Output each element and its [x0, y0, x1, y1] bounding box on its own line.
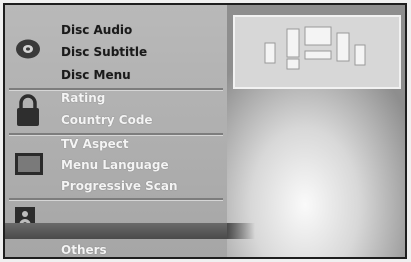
tv-settings-group: TV Aspect Menu Language Progressive Scan	[5, 137, 227, 197]
menu-item-menu-language[interactable]: Menu Language	[61, 158, 169, 172]
dvd-setup-screen: Disc Audio Disc Subtitle Disc Menu Ratin…	[3, 3, 407, 259]
speaker-layout-preview	[233, 15, 401, 89]
tv-icon	[15, 153, 43, 175]
menu-item-disc-menu[interactable]: Disc Menu	[61, 68, 131, 82]
disc-icon	[16, 39, 40, 59]
selection-highlight	[5, 223, 227, 239]
selection-highlight-tail	[227, 223, 255, 239]
menu-item-disc-subtitle[interactable]: Disc Subtitle	[61, 45, 147, 59]
others-group: Others	[5, 241, 227, 257]
menu-item-disc-audio[interactable]: Disc Audio	[61, 23, 132, 37]
menu-item-progressive-scan[interactable]: Progressive Scan	[61, 179, 178, 193]
menu-item-tv-aspect[interactable]: TV Aspect	[61, 137, 129, 151]
menu-divider	[9, 133, 223, 136]
speaker-layout-icon	[264, 26, 366, 70]
lock-settings-group: Rating Country Code	[5, 91, 227, 131]
menu-item-country-code[interactable]: Country Code	[61, 113, 153, 127]
lock-icon	[17, 94, 39, 126]
menu-item-rating[interactable]: Rating	[61, 91, 105, 105]
setup-menu-panel: Disc Audio Disc Subtitle Disc Menu Ratin…	[5, 5, 227, 257]
disc-settings-group: Disc Audio Disc Subtitle Disc Menu	[5, 5, 227, 89]
menu-item-others[interactable]: Others	[61, 243, 107, 257]
